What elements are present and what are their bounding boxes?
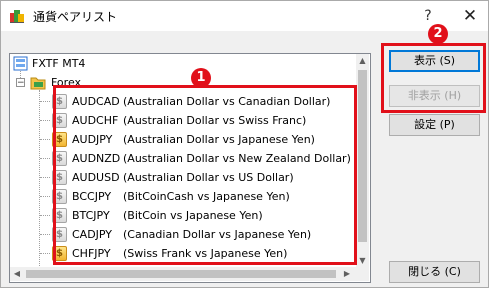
horizontal-scrollbar[interactable]: ◀ ▶ — [10, 267, 356, 281]
highlight-symbol-list — [53, 85, 357, 265]
badge-1: 1 — [191, 68, 211, 88]
scroll-down-icon[interactable]: ▼ — [356, 254, 369, 267]
scrollbar-corner — [356, 267, 369, 281]
tree-connector — [40, 139, 50, 140]
tree-connector — [40, 120, 50, 121]
tree-connector — [40, 215, 50, 216]
close-button[interactable]: 閉じる (C) — [389, 261, 480, 283]
horizontal-scroll-thumb[interactable] — [26, 270, 336, 278]
tree-connector — [40, 234, 50, 235]
tree-connector — [40, 196, 50, 197]
settings-button[interactable]: 設定 (P) — [389, 114, 480, 136]
folder-icon — [30, 77, 46, 90]
scroll-up-icon[interactable]: ▲ — [356, 54, 369, 67]
vertical-scrollbar[interactable]: ▲ ▼ — [356, 54, 369, 267]
help-button[interactable]: ? — [420, 6, 436, 26]
highlight-show-hide-buttons — [381, 43, 486, 113]
badge-2: 2 — [428, 24, 448, 44]
tree-connector — [40, 158, 50, 159]
vertical-scroll-thumb[interactable] — [358, 70, 367, 242]
server-icon — [13, 56, 28, 71]
tree-root[interactable]: FXTF MT4 — [10, 54, 355, 73]
app-icon — [10, 10, 24, 23]
scroll-left-icon[interactable]: ◀ — [10, 267, 24, 281]
tree-connector — [40, 253, 50, 254]
scroll-right-icon[interactable]: ▶ — [340, 267, 354, 281]
title-bar: 通貨ペアリスト ? ✕ — [1, 1, 488, 31]
tree-root-label: FXTF MT4 — [32, 57, 86, 70]
symbols-dialog: 通貨ペアリスト ? ✕ FXTF MT4 − Forex $ AUDCAD (A… — [0, 0, 489, 288]
tree-connector — [40, 101, 50, 102]
tree-connector — [40, 177, 50, 178]
close-window-button[interactable]: ✕ — [459, 4, 481, 28]
collapse-expander[interactable]: − — [16, 78, 25, 88]
window-title: 通貨ペアリスト — [33, 10, 118, 24]
